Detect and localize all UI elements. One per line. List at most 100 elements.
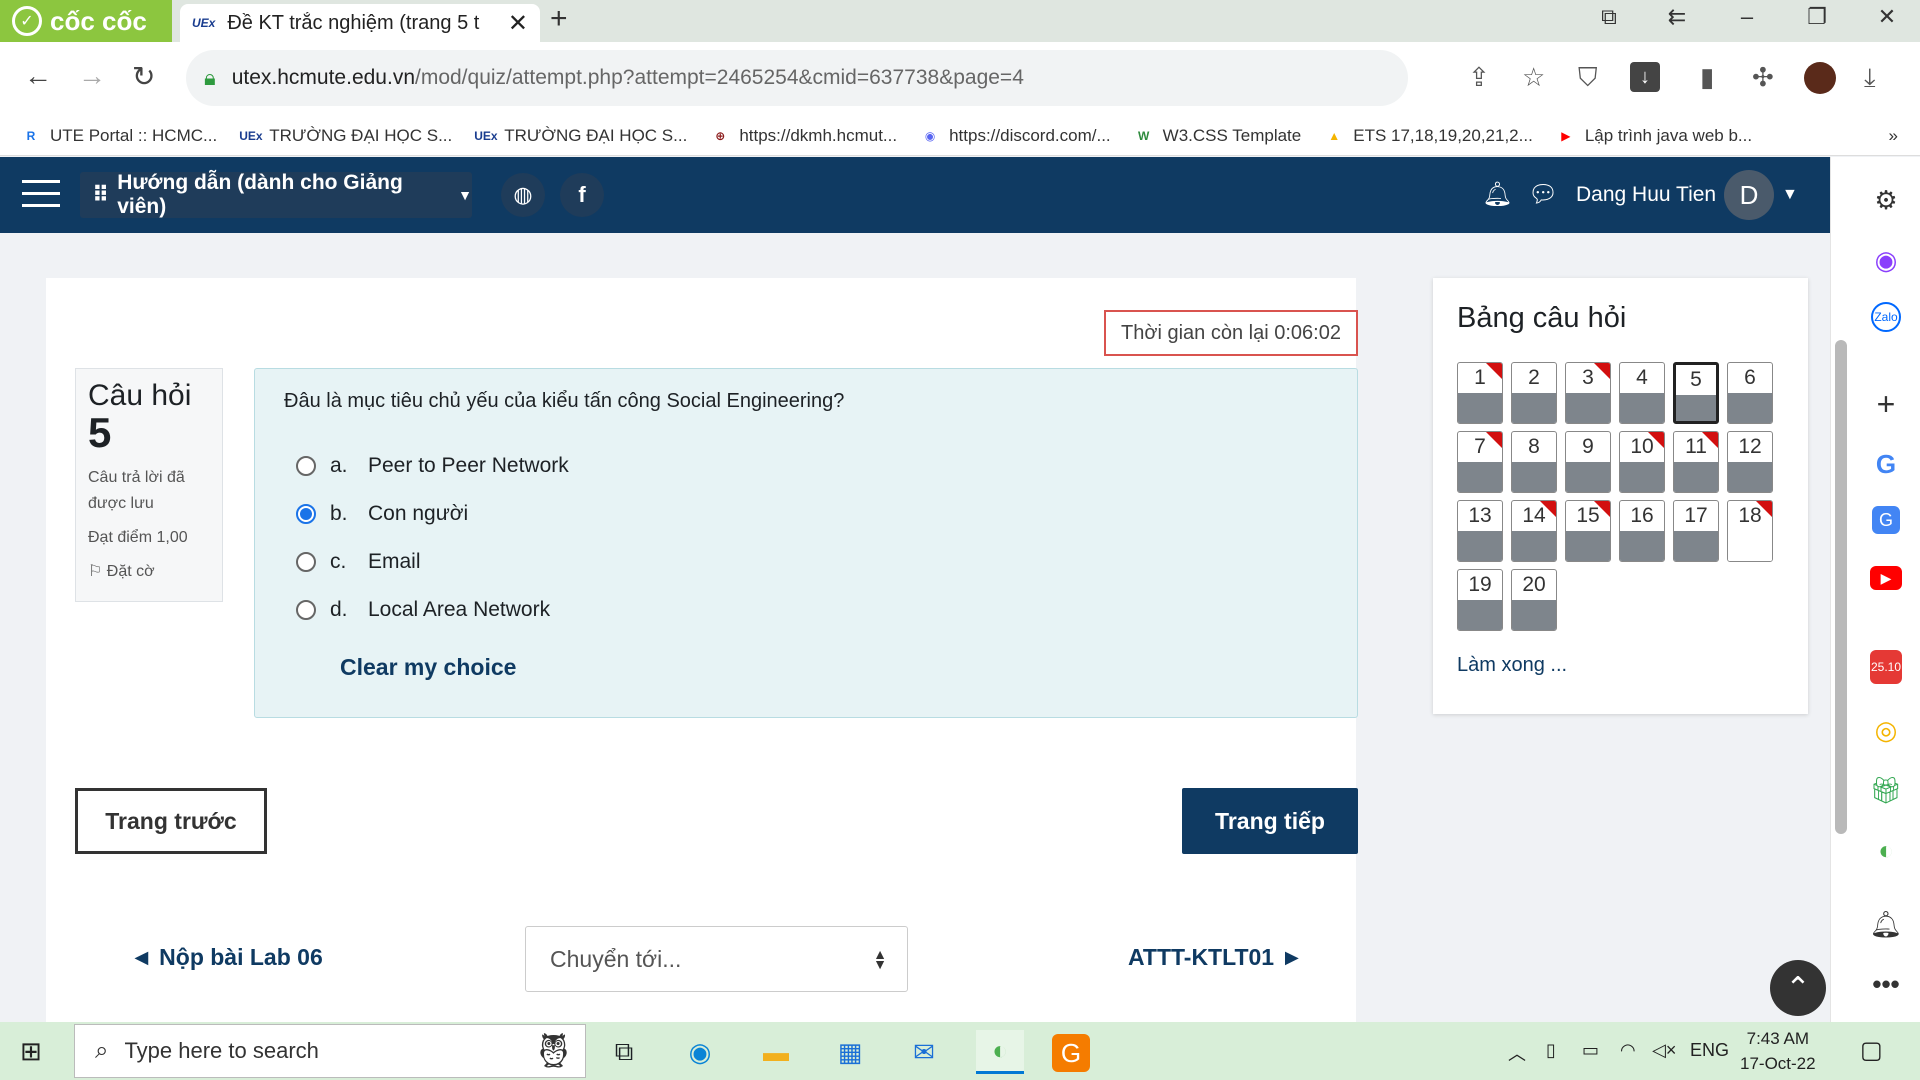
zalo-icon[interactable]: Zalo <box>1871 302 1901 332</box>
quiz-nav-button-1[interactable]: 1 <box>1457 362 1503 424</box>
mail-icon[interactable]: ✉ <box>900 1030 948 1074</box>
quiz-nav-button-8[interactable]: 8 <box>1511 431 1557 493</box>
quiz-nav-button-18[interactable]: 18 <box>1727 500 1773 562</box>
jump-to-select[interactable]: Chuyển tới... ▲ ▼ <box>525 926 908 992</box>
radio-option-b[interactable] <box>296 504 316 524</box>
menu-hamburger-icon[interactable] <box>22 180 60 210</box>
add-panel-icon[interactable]: + <box>1868 386 1904 422</box>
bookmark-item[interactable]: UEx TRƯỜNG ĐẠI HỌC S... <box>474 126 687 146</box>
answer-option-b[interactable]: b. Con người <box>296 502 468 526</box>
taskbar-search[interactable]: ⌕ Type here to search 🦉︎ <box>74 1024 586 1078</box>
bookmark-item[interactable]: ▶ Lập trình java web b... <box>1555 126 1752 146</box>
quiz-nav-button-15[interactable]: 15 <box>1565 500 1611 562</box>
quiz-nav-button-5[interactable]: 5 <box>1673 362 1719 424</box>
calendar-sale-icon[interactable]: 25.10 <box>1870 650 1902 684</box>
flag-question-button[interactable]: ⚐ Đặt cờ <box>88 559 210 585</box>
star-icon[interactable]: ☆ <box>1522 62 1545 93</box>
coupon-icon[interactable]: ◎ <box>1868 712 1904 748</box>
clear-choice-link[interactable]: Clear my choice <box>340 654 516 681</box>
quiz-nav-button-7[interactable]: 7 <box>1457 431 1503 493</box>
previous-page-button[interactable]: Trang trước <box>75 788 267 854</box>
next-page-button[interactable]: Trang tiếp <box>1182 788 1358 854</box>
scroll-to-top-button[interactable]: ⌃ <box>1770 960 1826 1016</box>
quiz-nav-button-19[interactable]: 19 <box>1457 569 1503 631</box>
share-icon[interactable]: ⇪ <box>1468 62 1490 93</box>
maximize-button[interactable]: ❐ <box>1792 4 1842 30</box>
quiz-nav-button-12[interactable]: 12 <box>1727 431 1773 493</box>
microsoft-store-icon[interactable]: ▦ <box>826 1030 874 1074</box>
page-scrollbar[interactable] <box>1835 340 1847 834</box>
bookmark-item[interactable]: ▲ ETS 17,18,19,20,21,2... <box>1323 126 1533 146</box>
answer-option-a[interactable]: a. Peer to Peer Network <box>296 454 569 478</box>
quiz-nav-button-13[interactable]: 13 <box>1457 500 1503 562</box>
user-name[interactable]: Dang Huu Tien <box>1576 183 1716 207</box>
new-tab-button[interactable]: + <box>550 2 568 36</box>
radio-option-d[interactable] <box>296 600 316 620</box>
tab-search-icon[interactable]: ⧉ <box>1584 4 1634 30</box>
taskbar-clock[interactable]: 7:43 AM 17-Oct-22 <box>1740 1026 1816 1076</box>
quiz-nav-button-6[interactable]: 6 <box>1727 362 1773 424</box>
more-options-icon[interactable]: ••• <box>1868 966 1904 1002</box>
file-explorer-icon[interactable]: ▬ <box>752 1030 800 1074</box>
close-window-button[interactable]: ✕ <box>1862 4 1912 30</box>
windows-start-icon[interactable]: ⊞ <box>20 1036 42 1067</box>
bookmark-item[interactable]: R UTE Portal :: HCMC... <box>20 126 218 146</box>
pdf-app-icon[interactable]: G <box>1052 1034 1090 1072</box>
volume-icon[interactable]: ◁× <box>1652 1040 1676 1061</box>
globe-icon[interactable]: ◍ <box>501 173 545 217</box>
games-icon[interactable]: ◐ <box>1868 832 1904 868</box>
address-bar[interactable]: 🔒︎ utex.hcmute.edu.vn/mod/quiz/attempt.p… <box>186 50 1408 106</box>
quiz-nav-button-14[interactable]: 14 <box>1511 500 1557 562</box>
settings-gear-icon[interactable]: ⚙ <box>1868 182 1904 218</box>
gift-icon[interactable]: 🎁︎ <box>1868 772 1904 808</box>
language-indicator[interactable]: ENG <box>1690 1040 1729 1061</box>
google-translate-icon[interactable]: G <box>1872 506 1900 534</box>
bookmark-item[interactable]: W W3.CSS Template <box>1133 126 1301 146</box>
forward-button[interactable]: → <box>78 60 106 92</box>
action-center-icon[interactable]: ▢ <box>1860 1036 1883 1065</box>
facebook-icon[interactable]: f <box>560 173 604 217</box>
quiz-nav-button-16[interactable]: 16 <box>1619 500 1665 562</box>
edge-icon[interactable]: ◉ <box>676 1030 724 1074</box>
tray-chevron-icon[interactable]: ︿ <box>1508 1040 1526 1066</box>
tab-close-icon[interactable]: ✕ <box>508 9 528 38</box>
downloads-tray-icon[interactable]: ⤓ <box>1864 62 1876 94</box>
quiz-nav-button-4[interactable]: 4 <box>1619 362 1665 424</box>
task-view-icon[interactable]: ⧉ <box>600 1030 648 1074</box>
tray-device-icon[interactable]: ▯ <box>1546 1040 1556 1061</box>
bookmark-item[interactable]: ⊕ https://dkmh.hcmut... <box>709 126 897 146</box>
radio-option-a[interactable] <box>296 456 316 476</box>
bookmark-item[interactable]: ◉ https://discord.com/... <box>919 126 1111 146</box>
google-icon[interactable]: G <box>1868 446 1904 482</box>
profile-avatar[interactable] <box>1804 62 1836 94</box>
quiz-nav-button-2[interactable]: 2 <box>1511 362 1557 424</box>
guide-menu-button[interactable]: ⠿ Hướng dẫn (dành cho Giảng viên) ▼ <box>80 171 472 218</box>
quiz-nav-button-3[interactable]: 3 <box>1565 362 1611 424</box>
quiz-nav-button-9[interactable]: 9 <box>1565 431 1611 493</box>
extensions-icon[interactable]: ✣ <box>1752 62 1774 93</box>
bookmark-item[interactable]: UEx TRƯỜNG ĐẠI HỌC S... <box>239 126 452 146</box>
answer-option-d[interactable]: d. Local Area Network <box>296 598 550 622</box>
wifi-icon[interactable]: ◠ <box>1620 1040 1636 1061</box>
youtube-icon[interactable]: ▶ <box>1870 566 1902 590</box>
quiz-nav-button-17[interactable]: 17 <box>1673 500 1719 562</box>
more-bookmarks-icon[interactable]: » <box>1889 126 1898 146</box>
quiz-nav-button-10[interactable]: 10 <box>1619 431 1665 493</box>
user-menu-caret-icon[interactable]: ▼ <box>1782 186 1798 204</box>
finish-attempt-link[interactable]: Làm xong ... <box>1457 654 1567 677</box>
minimize-button[interactable]: – <box>1722 4 1772 30</box>
battery-icon[interactable]: ▮ <box>1700 62 1714 93</box>
quiz-nav-button-20[interactable]: 20 <box>1511 569 1557 631</box>
shield-icon[interactable]: ⛉ <box>1578 62 1598 94</box>
quiz-nav-button-11[interactable]: 11 <box>1673 431 1719 493</box>
notifications-bell-icon[interactable]: 🔔︎ <box>1868 906 1904 942</box>
tray-battery-icon[interactable]: ▭ <box>1582 1040 1599 1061</box>
messenger-icon[interactable]: ◉ <box>1868 242 1904 278</box>
answer-option-c[interactable]: c. Email <box>296 550 421 574</box>
user-avatar[interactable]: D <box>1724 170 1774 220</box>
coccoc-logo[interactable]: ✓ cốc cốc <box>0 0 172 42</box>
back-button[interactable]: ← <box>24 60 52 92</box>
notification-bell-icon[interactable]: 🔔︎ <box>1482 180 1512 209</box>
browser-tab-active[interactable]: UEx Đề KT trắc nghiệm (trang 5 t ✕ <box>180 4 540 42</box>
coccoc-taskbar-icon[interactable]: ◐ <box>976 1030 1024 1074</box>
